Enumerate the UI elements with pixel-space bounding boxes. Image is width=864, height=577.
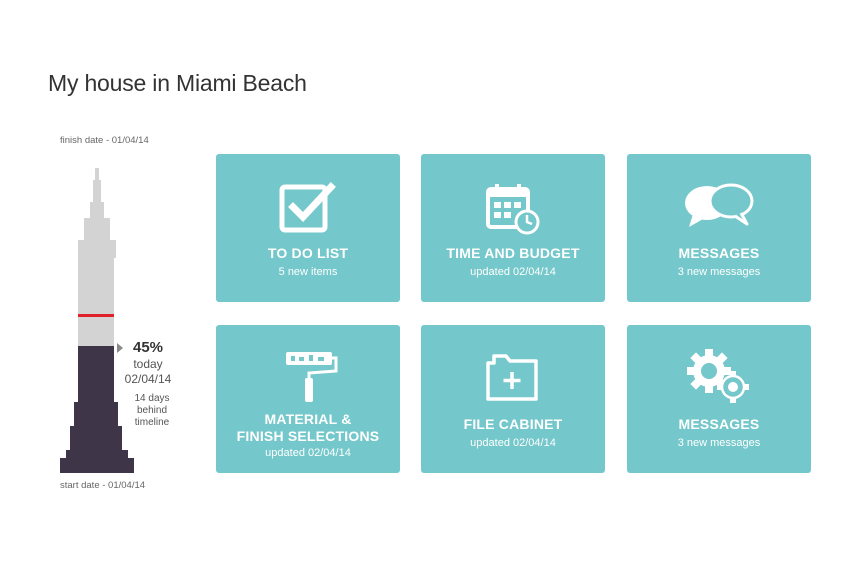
tile-title: FILE CABINET — [463, 416, 563, 432]
tile-title-line-2: FINISH SELECTIONS — [236, 428, 380, 444]
tile-file-cabinet[interactable]: FILE CABINET updated 02/04/14 — [421, 325, 605, 473]
behind-schedule-text: 14 days behind timeline — [134, 393, 170, 428]
progress-percent: 45% — [132, 339, 164, 356]
tile-title: MESSAGES — [678, 416, 760, 432]
building-complete-4 — [66, 450, 128, 458]
tile-title-line-1: MATERIAL & — [264, 411, 352, 427]
page-title: My house in Miami Beach — [48, 70, 307, 96]
building-complete-1 — [78, 346, 114, 402]
building-tower-upper — [84, 218, 110, 240]
paint-roller-icon — [216, 349, 400, 403]
building-tower-remaining — [78, 258, 114, 346]
start-date-label: start date - 01/04/14 — [60, 480, 146, 491]
today-label: today — [133, 357, 163, 371]
tile-messages[interactable]: MESSAGES 3 new messages — [627, 154, 811, 302]
folder-add-icon — [421, 353, 605, 403]
building-complete-2 — [74, 402, 118, 426]
gears-icon — [627, 345, 811, 405]
building-tower-top — [90, 202, 104, 218]
today-date: 02/04/14 — [124, 372, 172, 386]
tile-subtitle: updated 02/04/14 — [470, 266, 556, 278]
tile-subtitle: 3 new messages — [677, 437, 761, 449]
building-complete-3 — [70, 426, 122, 450]
tile-subtitle: updated 02/04/14 — [265, 447, 351, 459]
tile-to-do-list[interactable]: TO DO LIST 5 new items — [216, 154, 400, 302]
chat-bubbles-icon — [627, 182, 811, 230]
tile-title: TIME AND BUDGET — [446, 245, 580, 261]
tile-subtitle: 5 new items — [278, 266, 338, 278]
tile-material-finish-selections[interactable]: MATERIAL & FINISH SELECTIONS updated 02/… — [216, 325, 400, 473]
tile-messages-settings[interactable]: MESSAGES 3 new messages — [627, 325, 811, 473]
building-tower-mid — [78, 240, 116, 258]
building-spire — [95, 168, 99, 180]
finish-date-label: finish date - 01/04/14 — [60, 135, 149, 146]
target-progress-marker — [78, 314, 114, 317]
tile-title: MESSAGES — [678, 245, 760, 261]
tile-subtitle: 3 new messages — [677, 266, 761, 278]
progress-info: 45% today 02/04/14 14 days behind timeli… — [118, 339, 178, 429]
calendar-clock-icon — [421, 182, 605, 236]
tile-subtitle: updated 02/04/14 — [470, 437, 556, 449]
tile-title: TO DO LIST — [267, 245, 349, 261]
building-complete-base — [60, 458, 134, 473]
building-spire-base — [93, 180, 101, 202]
checkbox-icon — [216, 182, 400, 234]
tile-time-and-budget[interactable]: TIME AND BUDGET updated 02/04/14 — [421, 154, 605, 302]
